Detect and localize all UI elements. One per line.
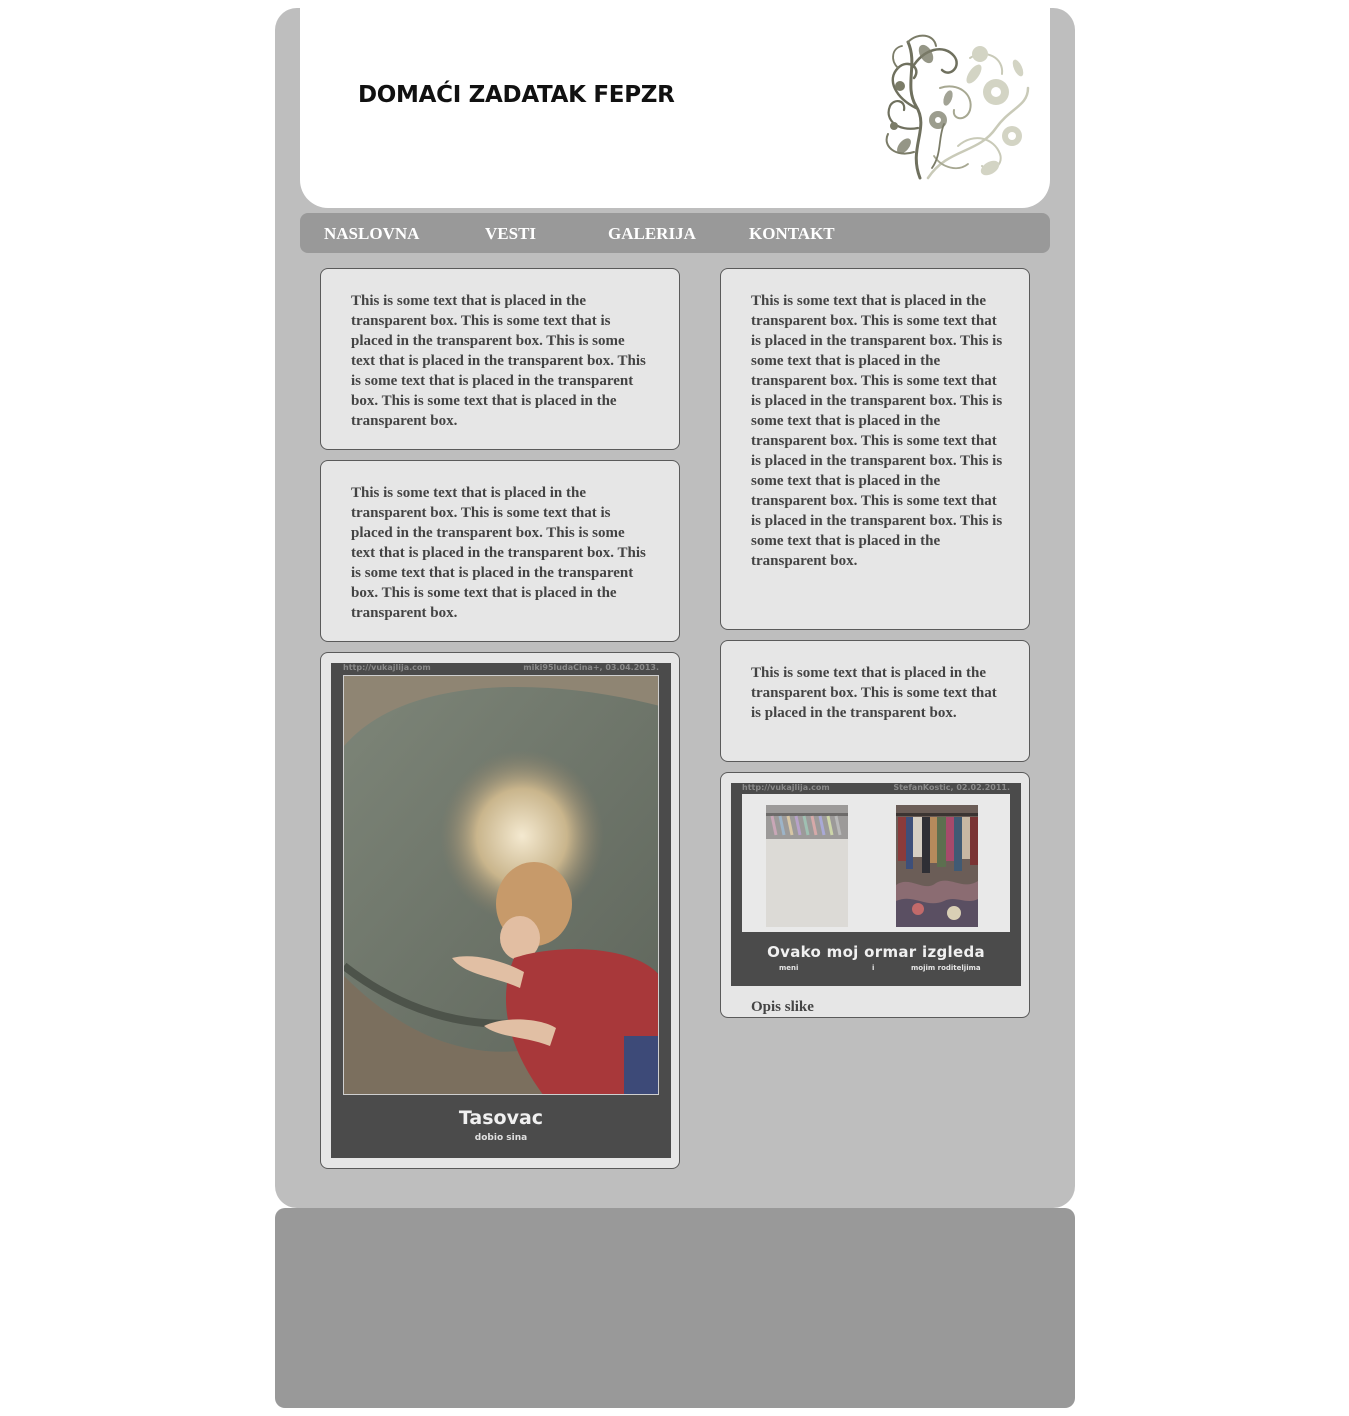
poster-subcaption: dobio sina	[474, 1133, 528, 1143]
text-box-4: This is some text that is placed in the …	[720, 640, 1030, 762]
empty-closet-image	[766, 805, 848, 927]
poster-caption: Ovako moj ormar izgleda	[767, 943, 985, 961]
poster-sub-left: meni	[779, 964, 799, 972]
text-box-3: This is some text that is placed in the …	[720, 268, 1030, 630]
photo-child-on-slide	[343, 675, 659, 1095]
text-box-3-text: This is some text that is placed in the …	[751, 293, 1003, 569]
text-box-1: This is some text that is placed in the …	[320, 268, 680, 450]
gallery-box-2: http://vukajlija.com StefanKostic, 02.02…	[720, 772, 1030, 1018]
poster-sub-right: mojim roditeljima	[911, 964, 981, 972]
full-closet-image	[896, 805, 978, 927]
poster-site-url: http://vukajlija.com	[343, 663, 431, 672]
text-box-2: This is some text that is placed in the …	[320, 460, 680, 642]
nav-item-galerija[interactable]: GALERIJA	[608, 224, 696, 244]
poster-caption: Tasovac	[458, 1107, 544, 1129]
text-box-1-text: This is some text that is placed in the …	[351, 293, 646, 429]
poster-sub-mid: i	[872, 964, 875, 972]
footer	[275, 1208, 1075, 1408]
text-box-2-text: This is some text that is placed in the …	[351, 485, 646, 621]
image-description: Opis slike	[751, 999, 814, 1015]
gallery-box-1: http://vukajlija.com miki95ludaCina+, 03…	[320, 652, 680, 1169]
main-nav: NASLOVNA VESTI GALERIJA KONTAKT	[300, 213, 1050, 253]
poster-author-date: StefanKostic, 02.02.2011.	[893, 783, 1010, 792]
poster-tasovac: http://vukajlija.com miki95ludaCina+, 03…	[331, 663, 671, 1158]
child-slide-image	[344, 676, 658, 1094]
poster-site-url: http://vukajlija.com	[742, 783, 830, 792]
nav-item-naslovna[interactable]: NASLOVNA	[324, 224, 419, 244]
poster-author-date: miki95ludaCina+, 03.04.2013.	[523, 663, 659, 672]
site-title: DOMAĆI ZADATAK FEPZR	[358, 82, 675, 108]
poster-ormar: http://vukajlija.com StefanKostic, 02.02…	[731, 783, 1021, 986]
nav-item-kontakt[interactable]: KONTAKT	[749, 224, 835, 244]
text-box-4-text: This is some text that is placed in the …	[751, 665, 997, 721]
header: DOMAĆI ZADATAK FEPZR	[300, 8, 1050, 208]
nav-item-vesti[interactable]: VESTI	[485, 224, 536, 244]
floral-ornament-icon	[885, 34, 1030, 180]
photo-closets	[742, 794, 1010, 932]
